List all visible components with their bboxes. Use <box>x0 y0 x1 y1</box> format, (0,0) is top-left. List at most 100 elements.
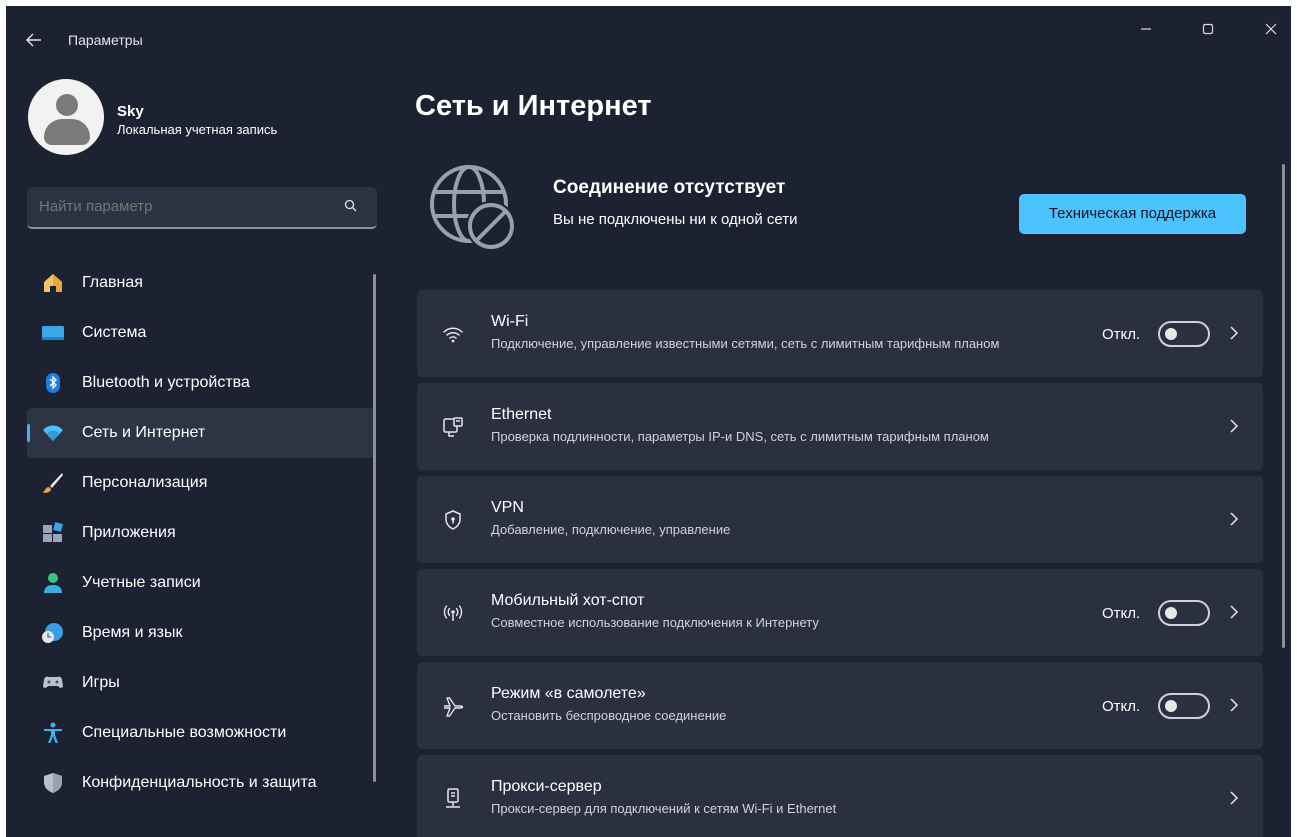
sidebar-item-apps[interactable]: Приложения <box>27 508 375 558</box>
sidebar-item-personalization[interactable]: Персонализация <box>27 458 375 508</box>
card-title: VPN <box>491 499 524 516</box>
card-description: Подключение, управление известными сетям… <box>491 336 1000 351</box>
settings-window: Параметры Sky Локальная учетная запись Г… <box>6 6 1291 837</box>
card-title: Мобильный хот-спот <box>491 592 645 609</box>
brush-icon <box>43 473 63 493</box>
chevron-right-icon[interactable] <box>1228 416 1240 436</box>
account-type: Локальная учетная запись <box>117 122 278 137</box>
sidebar-item-gaming[interactable]: Игры <box>27 658 375 708</box>
sidebar-item-accessibility[interactable]: Специальные возможности <box>27 708 375 758</box>
sidebar-item-label: Система <box>82 324 147 341</box>
sidebar-item-home[interactable]: Главная <box>27 258 375 308</box>
card-description: Совместное использование подключения к И… <box>491 615 819 630</box>
sidebar-item-system[interactable]: Система <box>27 308 375 358</box>
tech-support-button[interactable]: Техническая поддержка <box>1019 194 1246 234</box>
globe-disconnected-icon <box>430 165 516 251</box>
avatar-head <box>56 94 78 116</box>
proxy-icon <box>446 788 460 808</box>
toggle-state-label: Откл. <box>1102 605 1141 622</box>
home-icon <box>44 274 62 292</box>
vpn-shield-icon <box>445 510 461 530</box>
gamepad-icon <box>43 676 63 688</box>
accessibility-icon <box>44 722 62 743</box>
sidebar-item-label: Конфиденциальность и защита <box>82 774 317 791</box>
avatar-body <box>44 119 90 145</box>
search-icon[interactable] <box>343 198 359 214</box>
active-indicator <box>27 424 30 442</box>
card-description: Проверка подлинности, параметры IP-и DNS… <box>491 429 989 444</box>
sidebar-item-bluetooth[interactable]: Bluetooth и устройства <box>27 358 375 408</box>
chevron-right-icon[interactable] <box>1228 602 1240 622</box>
sidebar-item-privacy[interactable]: Конфиденциальность и защита <box>27 758 375 808</box>
connection-status-subtitle: Вы не подключены ни к одной сети <box>553 211 798 228</box>
sidebar-item-label: Персонализация <box>82 474 208 491</box>
wifi-icon <box>43 425 63 441</box>
chevron-right-icon[interactable] <box>1228 788 1240 808</box>
setting-card-ethernet[interactable]: Ethernet Проверка подлинности, параметры… <box>417 383 1263 470</box>
apps-icon <box>43 522 63 542</box>
bluetooth-icon <box>46 373 60 393</box>
sidebar-item-accounts[interactable]: Учетные записи <box>27 558 375 608</box>
card-description: Остановить беспроводное соединение <box>491 708 727 723</box>
sidebar-item-label: Приложения <box>82 524 176 541</box>
search-input[interactable] <box>39 198 319 215</box>
settings-list: Wi-Fi Подключение, управление известными… <box>417 290 1263 837</box>
setting-card-airplane-mode[interactable]: Режим «в самолете» Остановить беспроводн… <box>417 662 1263 749</box>
minimize-button[interactable] <box>1126 14 1166 44</box>
sidebar-item-label: Игры <box>82 674 120 691</box>
sidebar-scrollbar[interactable] <box>373 274 376 782</box>
toggle-knob <box>1165 700 1177 712</box>
setting-card-proxy[interactable]: Прокси-сервер Прокси-сервер для подключе… <box>417 755 1263 837</box>
maximize-icon <box>1202 23 1214 35</box>
page-title: Сеть и Интернет <box>415 90 652 122</box>
chevron-right-icon[interactable] <box>1228 323 1240 343</box>
title-bar: Параметры <box>6 6 1291 66</box>
account-icon <box>44 573 62 593</box>
app-title: Параметры <box>68 32 143 48</box>
search-box[interactable] <box>27 187 377 229</box>
sidebar-item-label: Bluetooth и устройства <box>82 374 250 391</box>
setting-card-wifi[interactable]: Wi-Fi Подключение, управление известными… <box>417 290 1263 377</box>
sidebar-item-time-language[interactable]: Время и язык <box>27 608 375 658</box>
sidebar-item-label: Сеть и Интернет <box>82 424 206 441</box>
card-title: Ethernet <box>491 406 552 423</box>
ethernet-icon <box>443 417 463 437</box>
system-icon <box>42 326 64 340</box>
chevron-right-icon[interactable] <box>1228 509 1240 529</box>
sidebar-item-label: Учетные записи <box>82 574 201 591</box>
sidebar-nav: Главная Система Bluetooth и устройства С… <box>27 258 375 808</box>
setting-card-vpn[interactable]: VPN Добавление, подключение, управление <box>417 476 1263 563</box>
setting-card-hotspot[interactable]: Мобильный хот-спот Совместное использова… <box>417 569 1263 656</box>
card-description: Прокси-сервер для подключений к сетям Wi… <box>491 801 837 816</box>
close-button[interactable] <box>1251 14 1291 44</box>
wifi-icon <box>443 327 463 343</box>
card-title: Режим «в самолете» <box>491 685 646 702</box>
chevron-right-icon[interactable] <box>1228 695 1240 715</box>
time-language-icon <box>42 623 63 643</box>
card-description: Добавление, подключение, управление <box>491 522 731 537</box>
card-title: Wi-Fi <box>491 313 529 330</box>
user-name: Sky <box>117 103 144 120</box>
hotspot-toggle[interactable] <box>1158 600 1210 626</box>
toggle-state-label: Откл. <box>1102 326 1141 343</box>
card-title: Прокси-сервер <box>491 778 602 795</box>
back-button[interactable] <box>24 30 48 50</box>
connection-status-title: Соединение отсутствует <box>553 177 786 198</box>
sidebar-item-label: Время и язык <box>82 624 183 641</box>
back-arrow-icon <box>26 33 41 47</box>
airplane-mode-toggle[interactable] <box>1158 693 1210 719</box>
toggle-state-label: Откл. <box>1102 698 1141 715</box>
main-scrollbar[interactable] <box>1282 164 1285 648</box>
shield-icon <box>44 773 62 793</box>
maximize-button[interactable] <box>1188 14 1228 44</box>
close-icon <box>1265 23 1277 35</box>
sidebar-item-network[interactable]: Сеть и Интернет <box>27 408 375 458</box>
toggle-knob <box>1165 328 1177 340</box>
toggle-knob <box>1165 607 1177 619</box>
hotspot-icon <box>443 605 463 621</box>
wifi-toggle[interactable] <box>1158 321 1210 347</box>
sidebar-item-label: Главная <box>82 274 143 291</box>
avatar[interactable] <box>28 79 104 155</box>
airplane-icon <box>444 697 464 717</box>
minimize-icon <box>1141 28 1151 30</box>
